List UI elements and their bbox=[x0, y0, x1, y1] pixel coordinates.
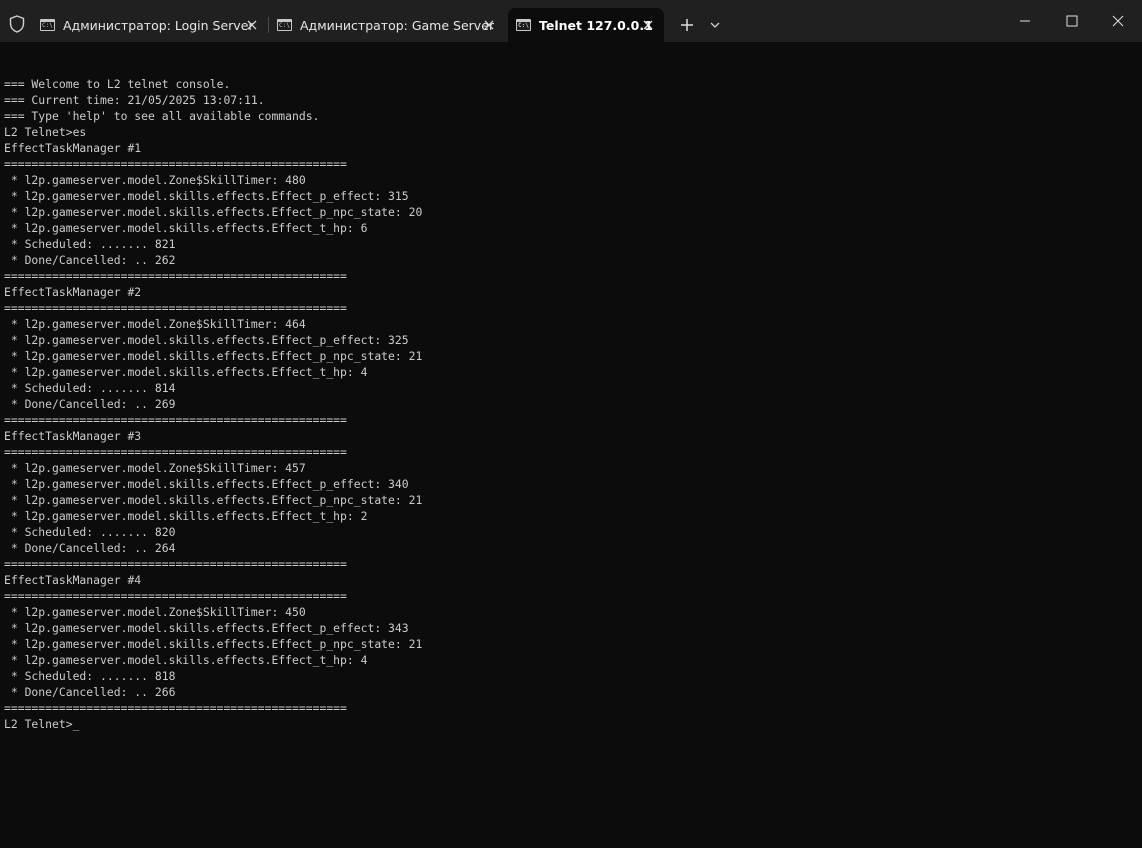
console-line: * l2p.gameserver.model.skills.effects.Ef… bbox=[4, 349, 423, 363]
console-line: === Welcome to L2 telnet console. bbox=[4, 77, 231, 91]
cursor: _ bbox=[72, 717, 80, 731]
console-line: * l2p.gameserver.model.skills.effects.Ef… bbox=[4, 477, 409, 491]
maximize-icon[interactable] bbox=[1049, 8, 1095, 34]
console-text: === Welcome to L2 telnet console. === Cur… bbox=[4, 44, 422, 764]
console-line: EffectTaskManager #4 bbox=[4, 573, 142, 587]
console-line: * l2p.gameserver.model.Zone$SkillTimer: … bbox=[4, 605, 306, 619]
minimize-icon[interactable] bbox=[1002, 8, 1048, 34]
console-line: * Done/Cancelled: .. 262 bbox=[4, 253, 176, 267]
console-line: EffectTaskManager #1 bbox=[4, 141, 142, 155]
console-line: * Done/Cancelled: .. 269 bbox=[4, 397, 176, 411]
console-line: ========================================… bbox=[4, 589, 347, 603]
console-line: * l2p.gameserver.model.Zone$SkillTimer: … bbox=[4, 173, 306, 187]
console-line: * Scheduled: ....... 814 bbox=[4, 381, 176, 395]
shield-icon bbox=[8, 15, 26, 33]
console-line: * l2p.gameserver.model.skills.effects.Ef… bbox=[4, 189, 409, 203]
console-line: * Done/Cancelled: .. 264 bbox=[4, 541, 176, 555]
console-line: * l2p.gameserver.model.skills.effects.Ef… bbox=[4, 365, 368, 379]
terminal-output[interactable]: === Welcome to L2 telnet console. === Cur… bbox=[0, 42, 1142, 848]
terminal-window: Администратор: Login Server Администрато… bbox=[0, 0, 1142, 848]
cmd-icon bbox=[40, 19, 55, 31]
console-line: * l2p.gameserver.model.skills.effects.Ef… bbox=[4, 205, 423, 219]
console-line: * l2p.gameserver.model.skills.effects.Ef… bbox=[4, 621, 409, 635]
chevron-down-icon[interactable] bbox=[706, 16, 724, 34]
prompt: L2 Telnet> bbox=[4, 717, 73, 731]
console-line: * l2p.gameserver.model.skills.effects.Ef… bbox=[4, 653, 368, 667]
console-line: ========================================… bbox=[4, 301, 347, 315]
prompt-line[interactable]: L2 Telnet> _ bbox=[4, 716, 422, 732]
console-line: ========================================… bbox=[4, 413, 347, 427]
plus-icon[interactable] bbox=[676, 14, 698, 36]
tab-title: Администратор: Game Server bbox=[300, 17, 495, 33]
tab-login-server[interactable]: Администратор: Login Server bbox=[32, 8, 268, 42]
tab-title: Telnet 127.0.0.1 bbox=[539, 17, 653, 33]
close-tab-icon[interactable] bbox=[640, 17, 656, 33]
tab-title: Администратор: Login Server bbox=[63, 17, 254, 33]
console-line: ========================================… bbox=[4, 445, 347, 459]
console-line: * Scheduled: ....... 818 bbox=[4, 669, 176, 683]
console-line: ========================================… bbox=[4, 557, 347, 571]
console-line: * Done/Cancelled: .. 266 bbox=[4, 685, 176, 699]
console-line: === Current time: 21/05/2025 13:07:11. bbox=[4, 93, 265, 107]
console-line: ========================================… bbox=[4, 701, 347, 715]
close-icon[interactable] bbox=[1095, 8, 1141, 34]
console-line: ========================================… bbox=[4, 269, 347, 283]
cmd-icon bbox=[277, 19, 292, 31]
console-line: * l2p.gameserver.model.skills.effects.Ef… bbox=[4, 509, 368, 523]
console-line: EffectTaskManager #2 bbox=[4, 285, 142, 299]
console-line: * l2p.gameserver.model.skills.effects.Ef… bbox=[4, 333, 409, 347]
title-bar[interactable]: Администратор: Login Server Администрато… bbox=[0, 0, 1142, 42]
console-line: EffectTaskManager #3 bbox=[4, 429, 142, 443]
console-line: * Scheduled: ....... 820 bbox=[4, 525, 176, 539]
close-tab-icon[interactable] bbox=[481, 17, 497, 33]
console-line: * l2p.gameserver.model.skills.effects.Ef… bbox=[4, 493, 423, 507]
tab-telnet[interactable]: Telnet 127.0.0.1 bbox=[508, 8, 664, 42]
close-tab-icon[interactable] bbox=[244, 17, 260, 33]
cmd-icon bbox=[516, 19, 531, 31]
tab-game-server[interactable]: Администратор: Game Server bbox=[269, 8, 505, 42]
console-line: * l2p.gameserver.model.Zone$SkillTimer: … bbox=[4, 317, 306, 331]
console-line: * l2p.gameserver.model.skills.effects.Ef… bbox=[4, 221, 368, 235]
console-line: * Scheduled: ....... 821 bbox=[4, 237, 176, 251]
console-line: === Type 'help' to see all available com… bbox=[4, 109, 320, 123]
console-line: * l2p.gameserver.model.Zone$SkillTimer: … bbox=[4, 461, 306, 475]
console-line: * l2p.gameserver.model.skills.effects.Ef… bbox=[4, 637, 423, 651]
console-line: ========================================… bbox=[4, 157, 347, 171]
console-line: L2 Telnet>es bbox=[4, 125, 87, 139]
